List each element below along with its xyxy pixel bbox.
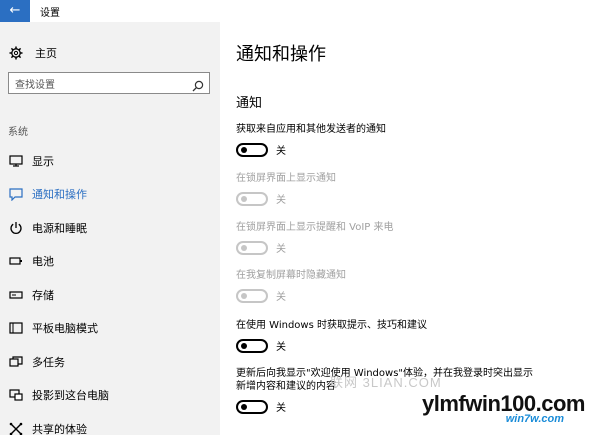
toggle-switch bbox=[236, 288, 268, 303]
storage-icon bbox=[8, 287, 24, 303]
toggle-knob bbox=[241, 195, 247, 202]
toggle-knob bbox=[241, 403, 247, 410]
window-title: 设置 bbox=[40, 8, 60, 19]
toggle-state: 关 bbox=[276, 244, 286, 255]
back-button[interactable]: ← bbox=[0, 0, 30, 22]
toggle-state: 关 bbox=[276, 342, 286, 353]
sidebar-item-notifications[interactable]: 通知和操作 bbox=[0, 178, 220, 212]
power-icon bbox=[8, 220, 24, 236]
nav-home[interactable]: 主页 bbox=[8, 44, 57, 62]
sidebar-item-label: 电池 bbox=[32, 255, 54, 269]
toggle-switch[interactable] bbox=[236, 142, 268, 157]
share-icon bbox=[8, 421, 24, 435]
setting-lockscreen-voip: 在锁屏界面上显示提醒和 VoIP 来电 关 bbox=[236, 221, 600, 255]
page-title: 通知和操作 bbox=[236, 44, 326, 65]
sidebar-item-label: 存储 bbox=[32, 288, 54, 302]
sidebar-item-project[interactable]: 投影到这台电脑 bbox=[0, 379, 220, 413]
setting-lockscreen-notifications: 在锁屏界面上显示通知 关 bbox=[236, 172, 600, 206]
toggle-knob bbox=[241, 292, 247, 299]
message-icon bbox=[8, 186, 24, 202]
search-box[interactable] bbox=[8, 72, 210, 96]
sidebar-item-label: 通知和操作 bbox=[32, 188, 87, 202]
search-icon[interactable] bbox=[192, 77, 204, 92]
battery-icon bbox=[8, 253, 24, 269]
brand-logo: ylmfwin100.com win7w.com bbox=[422, 391, 598, 431]
sidebar-item-label: 共享的体验 bbox=[32, 422, 87, 435]
toggle-switch bbox=[236, 191, 268, 206]
setting-label: 在使用 Windows 时获取提示、技巧和建议 bbox=[236, 320, 427, 331]
toggle-knob bbox=[241, 342, 247, 349]
toggle-switch bbox=[236, 240, 268, 255]
toggle-state: 关 bbox=[276, 146, 286, 157]
title-bar: ← 设置 bbox=[0, 0, 600, 22]
sidebar: 主页 系统 显示 通知和操作 电源和睡眠 bbox=[0, 22, 220, 435]
sidebar-item-label: 电源和睡眠 bbox=[32, 221, 87, 235]
section-label-system: 系统 bbox=[8, 127, 28, 138]
sidebar-item-display[interactable]: 显示 bbox=[0, 144, 220, 178]
sidebar-item-shared-experiences[interactable]: 共享的体验 bbox=[0, 412, 220, 435]
monitor-icon bbox=[8, 153, 24, 169]
toggle-knob bbox=[241, 244, 247, 251]
toggle-state: 关 bbox=[276, 403, 286, 414]
sidebar-item-tablet-mode[interactable]: 平板电脑模式 bbox=[0, 312, 220, 346]
toggle-state: 关 bbox=[276, 292, 286, 303]
sidebar-item-storage[interactable]: 存储 bbox=[0, 278, 220, 312]
brand-logo-subtext: win7w.com bbox=[505, 413, 564, 425]
sidebar-item-multitasking[interactable]: 多任务 bbox=[0, 345, 220, 379]
sidebar-item-label: 显示 bbox=[32, 154, 54, 168]
sidebar-item-battery[interactable]: 电池 bbox=[0, 245, 220, 279]
setting-label: 在我复制屏幕时隐藏通知 bbox=[236, 270, 346, 281]
toggle-knob bbox=[241, 146, 247, 153]
setting-tips: 在使用 Windows 时获取提示、技巧和建议 关 bbox=[236, 319, 600, 353]
multitask-icon bbox=[8, 354, 24, 370]
project-icon bbox=[8, 387, 24, 403]
setting-label: 在锁屏界面上显示通知 bbox=[236, 173, 336, 184]
arrow-left-icon: ← bbox=[9, 3, 21, 18]
sidebar-item-label: 平板电脑模式 bbox=[32, 322, 98, 336]
toggle-switch[interactable] bbox=[236, 399, 268, 414]
section-title: 通知 bbox=[236, 96, 263, 111]
toggle-state: 关 bbox=[276, 195, 286, 206]
sidebar-item-label: 投影到这台电脑 bbox=[32, 389, 109, 403]
setting-hide-when-duplicating: 在我复制屏幕时隐藏通知 关 bbox=[236, 269, 600, 303]
setting-label: 获取来自应用和其他发送者的通知 bbox=[236, 124, 386, 135]
nav-list: 显示 通知和操作 电源和睡眠 电池 存储 平板电脑模式 多任务 投影到这台电脑 … bbox=[0, 144, 220, 435]
sidebar-item-label: 多任务 bbox=[32, 355, 65, 369]
search-input[interactable] bbox=[9, 75, 179, 96]
tablet-icon bbox=[8, 320, 24, 336]
setting-label: 在锁屏界面上显示提醒和 VoIP 来电 bbox=[236, 222, 394, 233]
setting-app-notifications: 获取来自应用和其他发送者的通知 关 bbox=[236, 123, 600, 157]
watermark-text: 联网 3LIAN.COM bbox=[330, 375, 442, 390]
sidebar-item-power[interactable]: 电源和睡眠 bbox=[0, 211, 220, 245]
nav-home-label: 主页 bbox=[35, 47, 57, 60]
toggle-switch[interactable] bbox=[236, 338, 268, 353]
gear-icon bbox=[8, 45, 24, 61]
